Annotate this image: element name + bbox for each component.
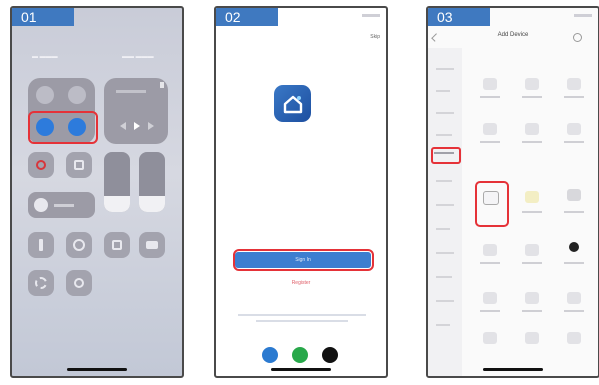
- category-item[interactable]: [436, 180, 452, 182]
- social-login-icon-black[interactable]: [322, 347, 338, 363]
- social-login-icon-green[interactable]: [292, 347, 308, 363]
- social-login-icon-blue[interactable]: [262, 347, 278, 363]
- category-item[interactable]: [436, 228, 450, 230]
- device-label: [564, 96, 584, 98]
- highlight-device: [475, 181, 509, 227]
- category-item[interactable]: [436, 68, 454, 70]
- category-item[interactable]: [436, 252, 454, 254]
- previous-icon[interactable]: [120, 122, 126, 130]
- step-tag-1: 01: [12, 8, 74, 26]
- device-label: [564, 262, 584, 264]
- device-label: [564, 141, 584, 143]
- add-icon[interactable]: [66, 270, 92, 296]
- next-icon[interactable]: [148, 122, 154, 130]
- highlight-sign-in: [233, 249, 374, 271]
- device-label: [522, 96, 542, 98]
- device-icon[interactable]: [567, 292, 581, 304]
- phone-screen-3: 03 Add Device: [426, 6, 599, 378]
- camera-icon[interactable]: [139, 232, 165, 258]
- terms-text: [256, 320, 348, 322]
- device-icon[interactable]: [525, 244, 539, 256]
- device-icon[interactable]: [483, 332, 497, 344]
- category-item[interactable]: [436, 134, 452, 136]
- scan-icon[interactable]: [573, 33, 582, 42]
- step-tag-3: 03: [428, 8, 490, 26]
- volume-slider[interactable]: [139, 152, 165, 212]
- category-item[interactable]: [436, 204, 454, 206]
- device-label: [522, 141, 542, 143]
- night-mode-icon: [34, 198, 48, 212]
- cellular-icon[interactable]: [68, 86, 86, 104]
- device-label: [564, 211, 584, 213]
- phone-screen-1: 01 ▬ ▬▬▬ ▬▬ ▬▬▬: [10, 6, 184, 378]
- home-indicator: [271, 368, 331, 371]
- device-icon[interactable]: [483, 78, 497, 90]
- device-label: [480, 262, 500, 264]
- settings-icon[interactable]: [28, 270, 54, 296]
- skip-link[interactable]: Skip: [370, 34, 380, 40]
- device-icon[interactable]: [567, 123, 581, 135]
- status-text: ▬▬ ▬▬▬: [122, 54, 154, 60]
- device-label: [522, 262, 542, 264]
- device-label: [480, 141, 500, 143]
- device-icon[interactable]: [525, 123, 539, 135]
- device-icon[interactable]: [525, 78, 539, 90]
- device-icon[interactable]: [483, 244, 497, 256]
- device-icon[interactable]: [483, 292, 497, 304]
- app-logo-icon: [274, 85, 311, 122]
- status-bar: [362, 14, 380, 17]
- calculator-icon[interactable]: [104, 232, 130, 258]
- device-icon[interactable]: [525, 292, 539, 304]
- play-icon[interactable]: [134, 122, 140, 130]
- brightness-slider[interactable]: [104, 152, 130, 212]
- timer-icon[interactable]: [66, 232, 92, 258]
- category-item[interactable]: [436, 112, 454, 114]
- status-bar: [574, 14, 592, 17]
- flashlight-icon[interactable]: [28, 232, 54, 258]
- highlight-category: [431, 147, 461, 164]
- rotation-lock-icon[interactable]: [28, 152, 54, 178]
- home-indicator: [483, 368, 543, 371]
- highlight-wifi-bluetooth: [28, 111, 98, 144]
- device-icon[interactable]: [569, 242, 579, 252]
- status-text: ▬ ▬▬▬: [32, 54, 58, 60]
- night-mode-tile[interactable]: [28, 192, 95, 218]
- device-icon[interactable]: [567, 189, 581, 201]
- category-item[interactable]: [436, 90, 450, 92]
- terms-text: [238, 314, 366, 316]
- device-icon[interactable]: [567, 78, 581, 90]
- device-label: [480, 96, 500, 98]
- phone-screen-2: 02 Skip Sign In Register: [214, 6, 388, 378]
- screen-mirror-icon[interactable]: [66, 152, 92, 178]
- device-label: [522, 211, 542, 213]
- step-tag-2: 02: [216, 8, 278, 26]
- airplane-icon[interactable]: [36, 86, 54, 104]
- device-icon[interactable]: [525, 332, 539, 344]
- category-item[interactable]: [436, 300, 454, 302]
- register-link[interactable]: Register: [216, 280, 386, 286]
- device-icon[interactable]: [567, 332, 581, 344]
- device-label: [480, 310, 500, 312]
- category-item[interactable]: [436, 276, 452, 278]
- device-label: [522, 310, 542, 312]
- media-tile: [104, 78, 168, 144]
- device-icon[interactable]: [525, 191, 539, 203]
- home-indicator: [67, 368, 127, 371]
- category-item[interactable]: [436, 324, 450, 326]
- device-label: [564, 310, 584, 312]
- category-sidebar: [428, 48, 462, 376]
- device-icon[interactable]: [483, 123, 497, 135]
